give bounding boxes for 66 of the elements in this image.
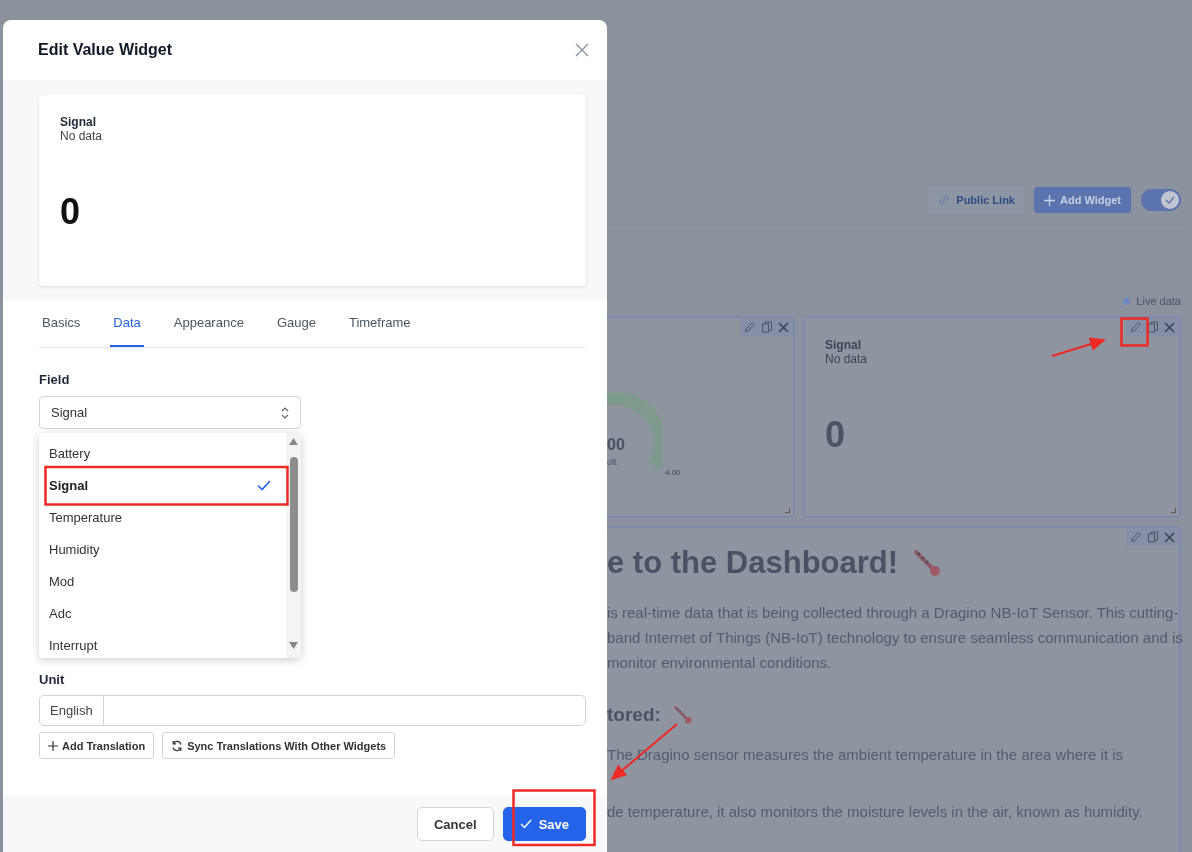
sync-translations-button[interactable]: Sync Translations With Other Widgets	[162, 732, 396, 759]
widget-title: Signal	[825, 338, 861, 352]
thermometer-icon	[912, 548, 943, 578]
toggle-switch[interactable]	[1141, 189, 1181, 211]
paragraph-line: monitor environmental conditions.	[607, 653, 833, 673]
live-data-label: Live data	[1136, 295, 1181, 307]
tab[interactable]: Appearance	[170, 300, 247, 347]
dropdown-option[interactable]: Interrupt	[39, 629, 286, 658]
dropdown-option[interactable]: Temperature	[39, 501, 286, 533]
plus-icon	[1044, 194, 1055, 206]
close-icon[interactable]	[575, 43, 589, 57]
live-dot	[1123, 297, 1131, 305]
close-icon[interactable]	[1164, 321, 1175, 333]
arrow	[1051, 337, 1106, 357]
sync-icon	[171, 739, 184, 752]
widget-value: 0	[825, 414, 846, 456]
resize-handle-icon[interactable]	[785, 508, 790, 513]
tab[interactable]: Gauge	[273, 300, 319, 347]
highlight-frame	[1120, 317, 1149, 347]
heading: tored:	[607, 704, 661, 726]
copy-icon[interactable]	[761, 321, 773, 333]
add-translation-button[interactable]: Add Translation	[39, 732, 155, 759]
thermometer-icon	[672, 705, 693, 725]
pencil-icon[interactable]	[1130, 321, 1142, 333]
scroll-up-icon[interactable]	[289, 438, 298, 445]
dropdown-option[interactable]: Mod	[39, 565, 286, 597]
copy-icon[interactable]	[1147, 531, 1159, 543]
widget-value: 0	[60, 191, 82, 233]
field-label: Field	[39, 372, 71, 387]
pencil-icon[interactable]	[744, 321, 756, 333]
dropdown-option[interactable]: Signal	[39, 469, 286, 501]
unit-label: Unit	[39, 672, 66, 687]
copy-icon[interactable]	[1147, 321, 1159, 333]
check-icon	[257, 479, 271, 491]
scrollbar-thumb[interactable]	[290, 457, 298, 592]
pencil-icon[interactable]	[1130, 531, 1142, 543]
check-icon	[1165, 196, 1175, 204]
gauge-value: 00	[607, 436, 625, 454]
link-icon	[937, 193, 952, 207]
save-button[interactable]: Save	[502, 807, 586, 841]
close-icon[interactable]	[778, 321, 789, 333]
tab[interactable]: Basics	[39, 300, 84, 347]
close-icon[interactable]	[1164, 531, 1175, 543]
field-select[interactable]: Signal	[39, 396, 301, 429]
chevron-icon	[280, 405, 290, 420]
paragraph-line: de temperature, it also monitors the moisture levels in the air, known as humidity.	[607, 802, 1144, 822]
tab[interactable]: Data	[110, 300, 144, 347]
dropdown-option[interactable]: Humidity	[39, 533, 286, 565]
gauge-max-label: 4.00	[665, 468, 681, 477]
widget-title: Signal	[60, 115, 97, 129]
language-tag: English	[40, 696, 104, 725]
tab[interactable]: Timeframe	[345, 300, 414, 347]
plus-icon	[48, 740, 58, 751]
paragraph-line: is real-time data that is being collected through a Dragino NB-IoT Sensor. This cutting-	[607, 603, 1179, 623]
paragraph-line: The Dragino sensor measures the ambient temperature in the area where it is	[607, 745, 1125, 765]
unit-input[interactable]: English	[39, 695, 586, 726]
widget-subtitle: No data	[60, 129, 104, 143]
heading: e to the Dashboard!	[607, 545, 899, 581]
widget-subtitle: No data	[825, 352, 868, 366]
dropdown-option[interactable]: Battery	[39, 437, 286, 469]
resize-handle-icon[interactable]	[1171, 508, 1176, 513]
check-icon	[519, 819, 532, 829]
dialog-title: Edit Value Widget	[38, 41, 173, 59]
cancel-button[interactable]: Cancel	[417, 807, 494, 841]
scroll-down-icon[interactable]	[289, 642, 298, 649]
dropdown-option[interactable]: Adc	[39, 597, 286, 629]
